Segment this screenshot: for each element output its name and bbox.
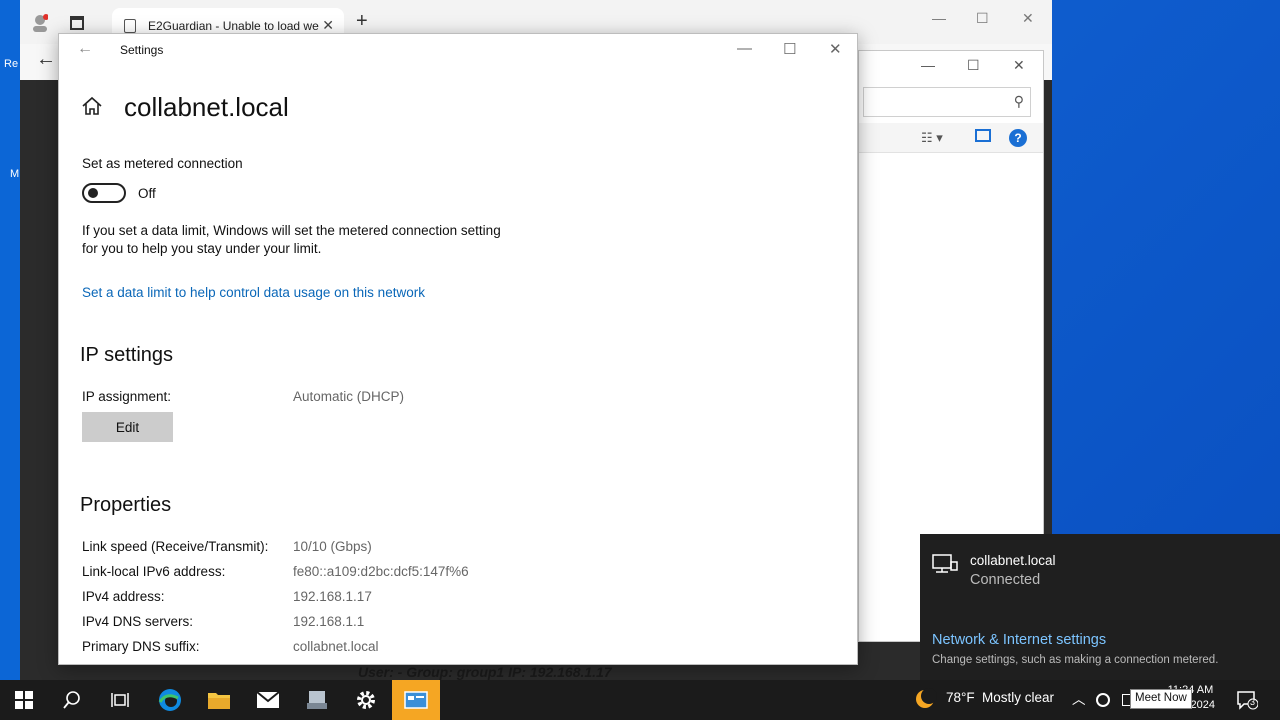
minimize-button[interactable]: — [737,40,752,57]
page-icon [124,19,136,33]
metered-note-line1: If you set a data limit, Windows will se… [82,223,501,238]
network-name[interactable]: collabnet.local [970,553,1056,568]
data-limit-link[interactable]: Set a data limit to help control data us… [82,285,425,300]
help-icon[interactable]: ? [1009,129,1027,147]
metered-note-line2: for you to help you stay under your limi… [82,241,322,256]
property-label: Primary DNS suffix: [82,639,200,654]
network-app-icon[interactable] [293,680,341,720]
property-label: Link speed (Receive/Transmit): [82,539,269,554]
weather-temp[interactable]: 78°F [946,690,975,705]
close-button[interactable]: ✕ [1013,57,1025,74]
property-label: IPv4 DNS servers: [82,614,194,629]
network-flyout: collabnet.local Connected Network & Inte… [920,534,1280,680]
chevron-up-icon[interactable]: ︿ [1072,688,1086,708]
metered-toggle[interactable] [82,183,126,203]
e2guardian-status: User: - Group: group1 IP: 192.168.1.17 [358,664,612,680]
property-value: 192.168.1.1 [293,614,365,629]
weather-text[interactable]: Mostly clear [982,690,1054,705]
desktop-edge: Re M [0,0,20,680]
edge-browser-icon[interactable] [146,680,194,720]
minimize-button[interactable]: — [921,57,935,73]
ip-assignment-label: IP assignment: [82,389,172,404]
settings-window: ← Settings — ☐ ✕ collabnet.local Set as … [58,33,858,665]
metered-state: Off [138,186,156,201]
properties-heading: Properties [80,494,172,516]
minimize-button[interactable]: — [932,10,946,26]
home-icon[interactable] [81,96,103,121]
property-value: collabnet.local [293,639,379,654]
profile-icon[interactable] [32,14,49,32]
property-value: 10/10 (Gbps) [293,539,372,554]
property-value: fe80::a109:d2bc:dcf5:147f%6 [293,564,469,579]
start-button[interactable] [0,680,48,720]
window-title: Settings [120,43,164,57]
task-view-icon[interactable] [96,680,144,720]
network-settings-link[interactable]: Network & Internet settings [932,632,1106,648]
edit-button[interactable]: Edit [82,412,173,442]
desktop-icon-label[interactable]: Re [4,58,18,70]
new-tab-button[interactable]: + [356,10,368,33]
preview-pane-icon[interactable] [975,129,991,142]
tab-actions-icon[interactable] [70,16,84,30]
search-icon: ⚲ [1013,93,1024,109]
maximize-button[interactable]: ☐ [783,40,796,58]
back-arrow-icon[interactable]: ← [36,48,56,71]
title-bar: ← Settings — ☐ ✕ [59,34,857,66]
ip-assignment-value: Automatic (DHCP) [293,389,405,404]
close-button[interactable]: ✕ [829,40,842,58]
close-tab-icon[interactable]: ✕ [322,17,334,34]
settings-gear-icon[interactable] [342,680,390,720]
location-icon[interactable] [1096,693,1110,707]
property-label: IPv4 address: [82,589,165,604]
back-arrow-icon[interactable]: ← [77,40,93,58]
view-options-icon[interactable]: ☷ ▾ [921,130,943,146]
search-icon[interactable] [48,680,96,720]
page-title: collabnet.local [124,92,289,122]
file-explorer-icon[interactable] [195,680,243,720]
tab-title: E2Guardian - Unable to load we [148,19,319,33]
ethernet-icon [932,554,958,581]
property-label: Link-local IPv6 address: [82,564,226,579]
close-button[interactable]: ✕ [1022,10,1034,27]
control-panel-icon[interactable] [392,680,440,720]
search-box[interactable]: ⚲ [863,87,1031,117]
network-status: Connected [970,572,1041,588]
meet-now-tooltip: Meet Now [1130,689,1192,709]
taskbar: 78°F Mostly clear ︿ 3 [0,680,1280,720]
desktop-icon-label[interactable]: M [10,168,19,180]
ip-settings-heading: IP settings [80,344,174,366]
maximize-button[interactable]: ☐ [976,10,989,27]
weather-icon[interactable] [913,687,937,716]
property-value: 192.168.1.17 [293,589,372,604]
maximize-button[interactable]: ☐ [967,57,980,74]
toggle-knob [88,188,98,198]
notification-icon[interactable]: 3 [1236,690,1259,715]
metered-label: Set as metered connection [82,156,243,171]
notification-count: 3 [1250,697,1256,707]
network-settings-desc: Change settings, such as making a connec… [932,654,1219,666]
mail-icon[interactable] [244,680,292,720]
